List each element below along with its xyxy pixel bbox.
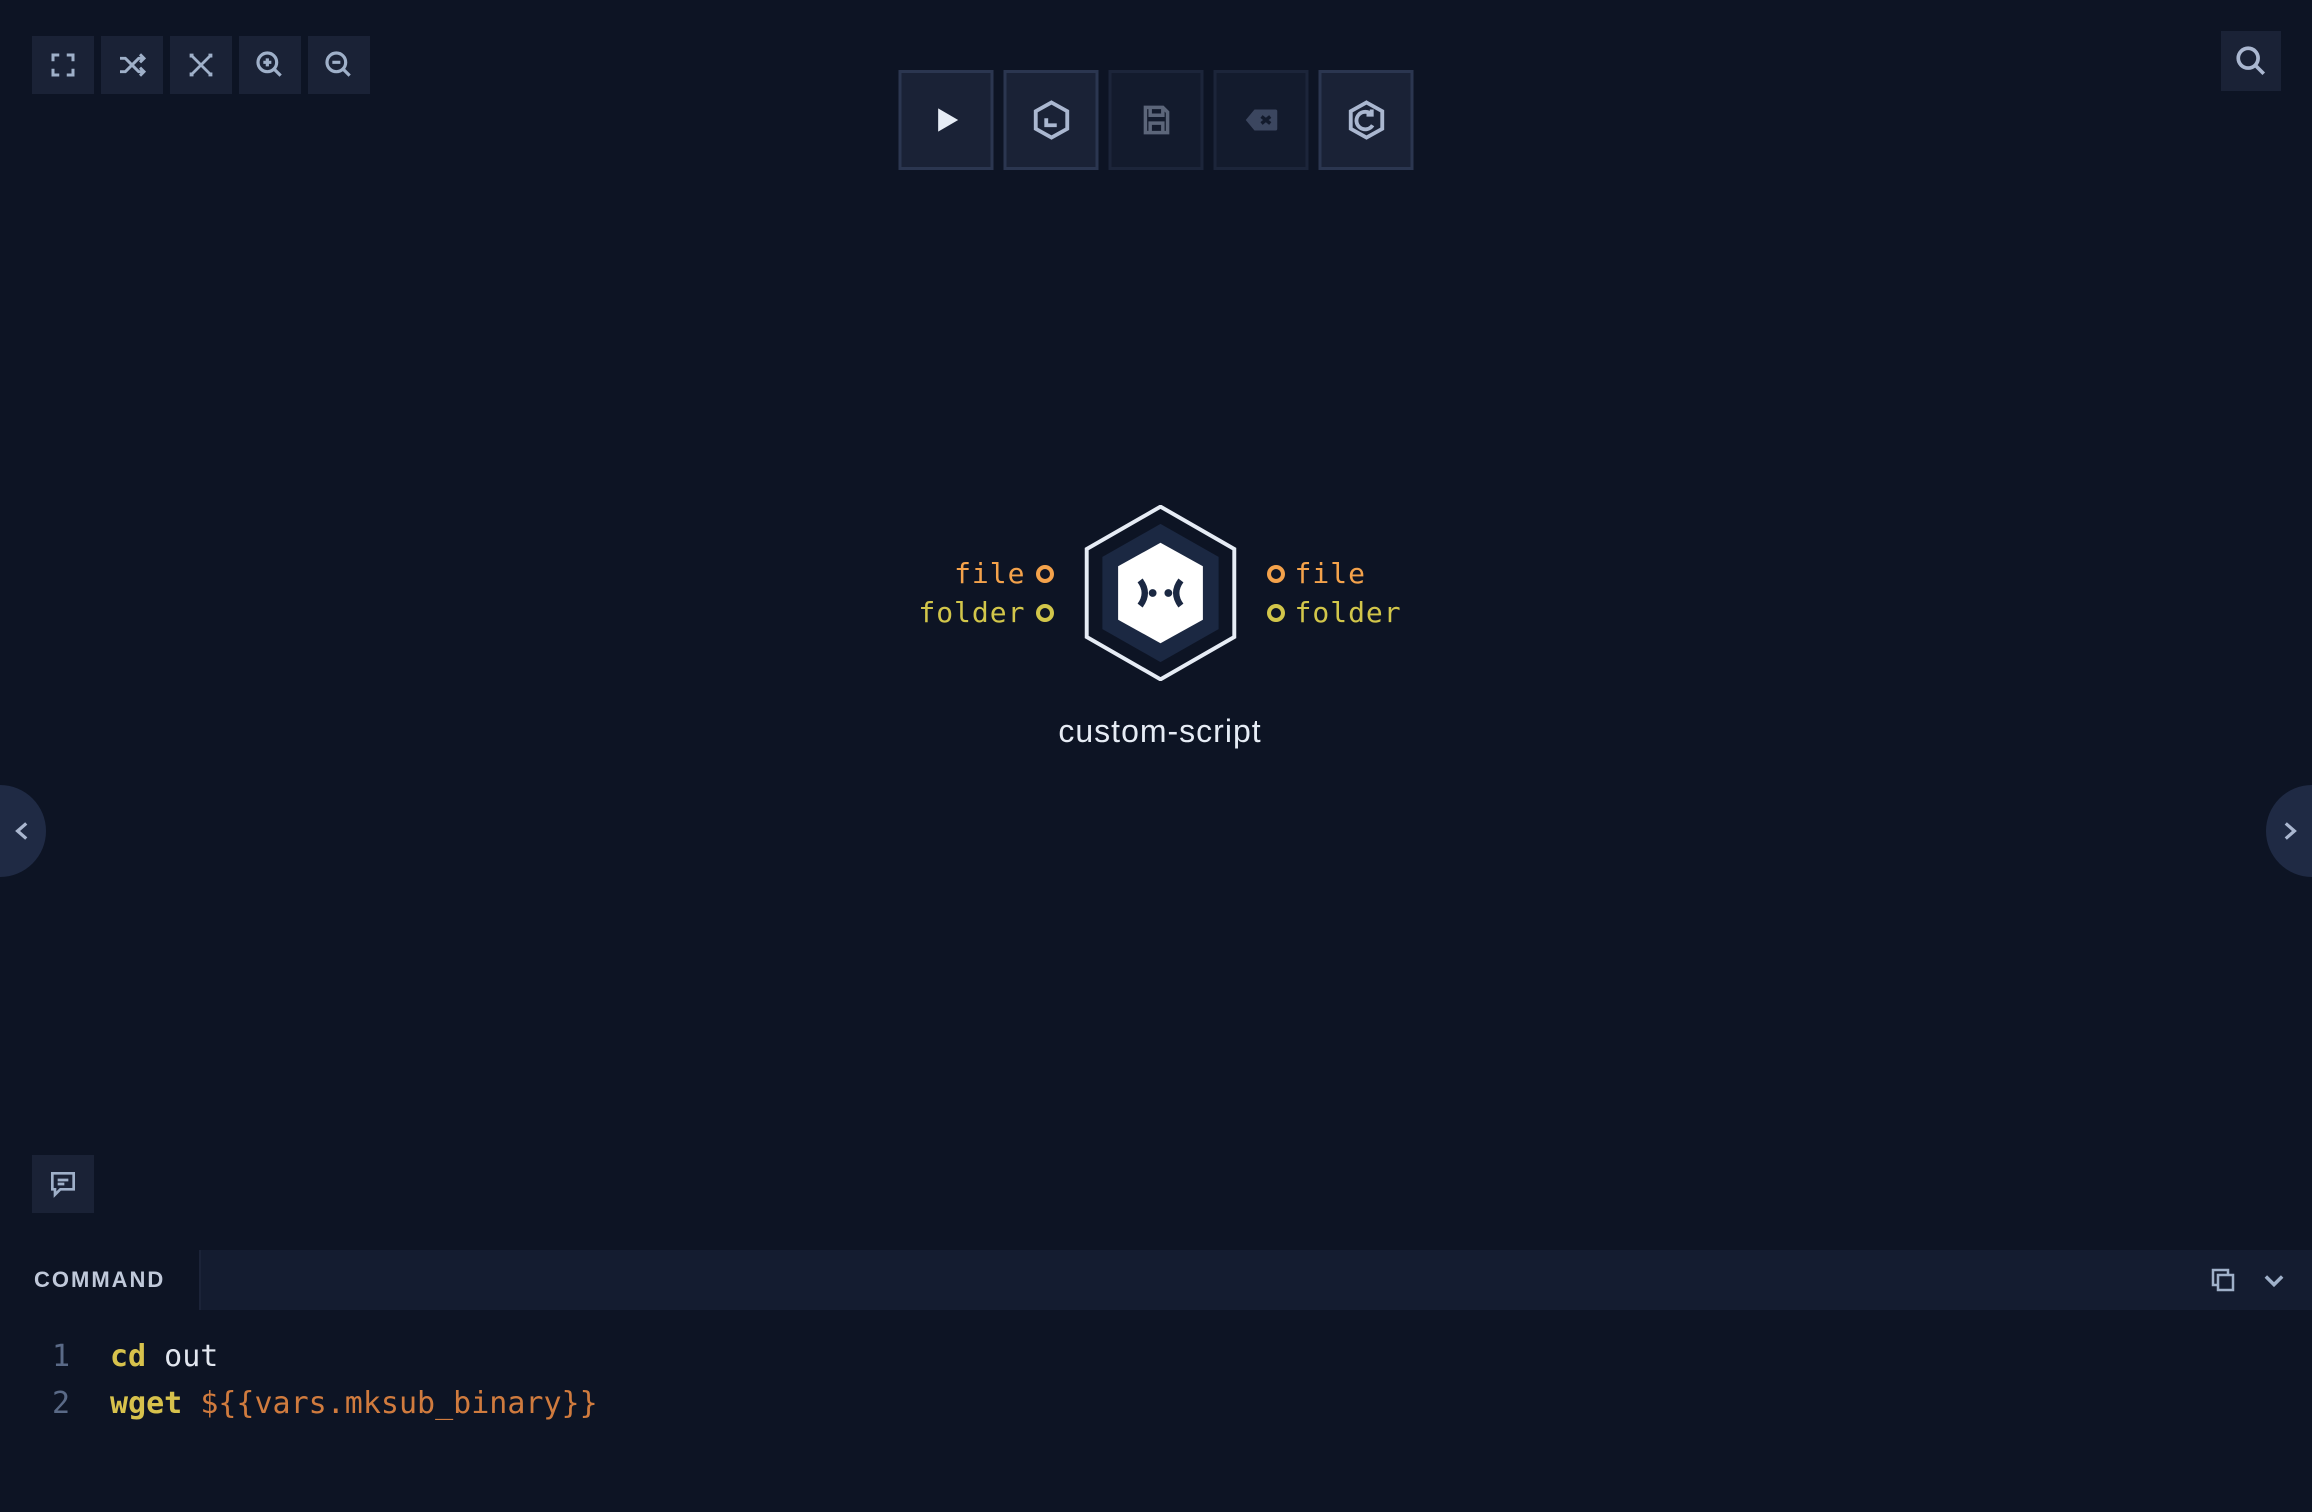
command-header: COMMAND xyxy=(0,1248,2312,1310)
chevron-right-icon xyxy=(2276,818,2302,844)
search-icon xyxy=(2234,44,2268,78)
input-port-file[interactable]: file xyxy=(954,557,1053,590)
port-label: folder xyxy=(918,596,1025,629)
panel-expand-right[interactable] xyxy=(2266,785,2312,877)
output-port-folder[interactable]: folder xyxy=(1267,596,1402,629)
stop-button[interactable] xyxy=(1004,70,1099,170)
app-root: file folder xyxy=(0,0,2312,1512)
fullscreen-icon xyxy=(48,50,78,80)
shuffle-icon xyxy=(116,49,148,81)
play-icon xyxy=(926,100,966,140)
command-panel: COMMAND 1cd out2wget ${{vars.mksub_binar… xyxy=(0,1248,2312,1512)
node-inputs: file folder xyxy=(918,557,1053,629)
code-editor[interactable]: 1cd out2wget ${{vars.mksub_binary}} xyxy=(0,1310,2312,1512)
port-label: folder xyxy=(1295,596,1402,629)
zoom-in-icon xyxy=(254,49,286,81)
code-content: cd out xyxy=(110,1334,218,1381)
backspace-icon xyxy=(1240,99,1282,141)
node-hexagon-icon xyxy=(1082,505,1239,681)
token-text xyxy=(182,1386,200,1421)
line-number: 1 xyxy=(0,1334,110,1381)
line-number: 2 xyxy=(0,1381,110,1428)
reload-icon xyxy=(1345,99,1387,141)
input-port-folder[interactable]: folder xyxy=(918,596,1053,629)
port-ring-icon xyxy=(1036,565,1054,583)
code-line: 2wget ${{vars.mksub_binary}} xyxy=(0,1381,2312,1428)
fit-screen-button[interactable] xyxy=(170,36,232,94)
collapse-button[interactable] xyxy=(2260,1266,2288,1294)
command-header-actions xyxy=(2208,1250,2312,1310)
output-port-file[interactable]: file xyxy=(1267,557,1366,590)
node-title: custom-script xyxy=(1058,713,1261,750)
chevron-down-icon xyxy=(2260,1266,2288,1294)
node-outputs: file folder xyxy=(1267,557,1402,629)
zoom-out-icon xyxy=(323,49,355,81)
zoom-in-button[interactable] xyxy=(239,36,301,94)
reload-button[interactable] xyxy=(1319,70,1414,170)
port-ring-icon xyxy=(1267,604,1285,622)
port-label: file xyxy=(954,557,1025,590)
shuffle-button[interactable] xyxy=(101,36,163,94)
fit-screen-icon xyxy=(186,50,216,80)
hexagon-stop-icon xyxy=(1030,99,1072,141)
port-ring-icon xyxy=(1267,565,1285,583)
copy-icon xyxy=(2208,1265,2238,1295)
port-ring-icon xyxy=(1036,604,1054,622)
tab-command[interactable]: COMMAND xyxy=(0,1250,201,1310)
comment-button[interactable] xyxy=(32,1155,94,1213)
save-icon xyxy=(1137,101,1175,139)
main-toolbar xyxy=(899,70,1414,170)
token-cmd: cd xyxy=(110,1339,146,1374)
save-button[interactable] xyxy=(1109,70,1204,170)
zoom-out-button[interactable] xyxy=(308,36,370,94)
comment-icon xyxy=(47,1168,79,1200)
code-content: wget ${{vars.mksub_binary}} xyxy=(110,1381,598,1428)
search-button[interactable] xyxy=(2221,31,2281,91)
token-text: out xyxy=(146,1339,218,1374)
port-label: file xyxy=(1295,557,1366,590)
clear-button[interactable] xyxy=(1214,70,1309,170)
workflow-node[interactable]: file folder xyxy=(880,505,1440,750)
code-line: 1cd out xyxy=(0,1334,2312,1381)
fullscreen-button[interactable] xyxy=(32,36,94,94)
token-expr: ${{vars.mksub_binary}} xyxy=(200,1386,597,1421)
node-body: file folder xyxy=(918,505,1401,681)
token-cmd: wget xyxy=(110,1386,182,1421)
panel-expand-left[interactable] xyxy=(0,785,46,877)
chevron-left-icon xyxy=(10,818,36,844)
canvas-mini-toolbar xyxy=(32,36,370,94)
run-button[interactable] xyxy=(899,70,994,170)
copy-button[interactable] xyxy=(2208,1265,2238,1295)
